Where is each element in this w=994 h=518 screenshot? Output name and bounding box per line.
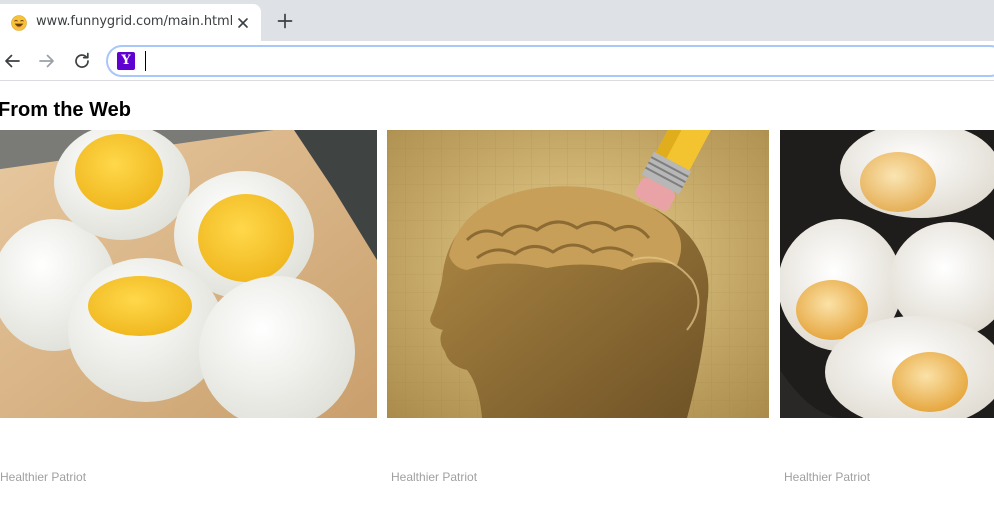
yahoo-icon: Y <box>117 52 135 70</box>
plus-icon[interactable] <box>276 12 294 30</box>
brain-pencil-eraser-illustration[interactable] <box>387 130 769 418</box>
active-tab[interactable]: www.funnygrid.com/main.html <box>0 4 261 41</box>
reload-icon[interactable] <box>72 51 92 71</box>
close-icon[interactable] <box>234 14 252 32</box>
laughing-emoji-icon <box>11 15 27 31</box>
address-input[interactable] <box>144 50 984 72</box>
arrow-left-icon[interactable] <box>2 51 22 71</box>
tab-strip: www.funnygrid.com/main.html <box>0 0 994 41</box>
tab-title: www.funnygrid.com/main.html <box>36 14 234 29</box>
card-source[interactable]: Healthier Patriot <box>391 470 477 484</box>
card-source[interactable]: Healthier Patriot <box>784 470 870 484</box>
boiled-eggs-photo[interactable] <box>0 130 377 418</box>
text-cursor <box>145 51 146 71</box>
fried-eggs-photo[interactable] <box>780 130 994 418</box>
yahoo-icon-letter: Y <box>121 53 131 68</box>
address-bar[interactable]: Y <box>106 45 994 77</box>
browser-toolbar: Y <box>0 41 994 81</box>
card-source[interactable]: Healthier Patriot <box>0 470 86 484</box>
arrow-right-icon[interactable] <box>37 51 57 71</box>
section-title: From the Web <box>0 99 131 121</box>
